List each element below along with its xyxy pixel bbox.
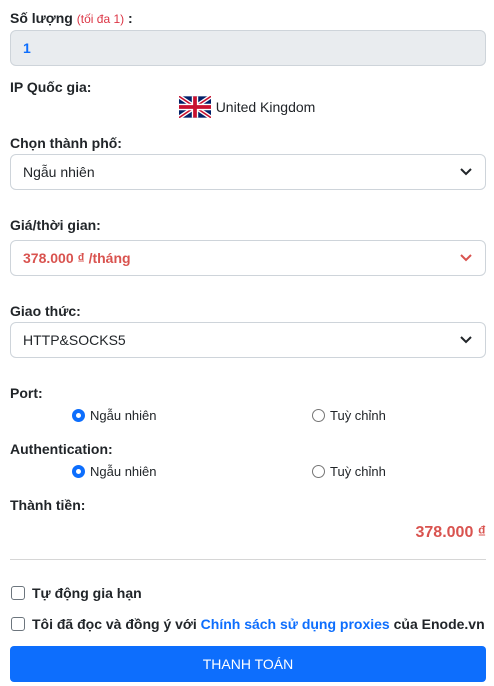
- auto-renew-checkbox-row[interactable]: Tự động gia hạn: [11, 585, 142, 601]
- auth-option-label: Ngẫu nhiên: [90, 464, 157, 479]
- country-label: IP Quốc gia:: [10, 79, 92, 95]
- protocol-select[interactable]: HTTP&SOCKS5: [10, 322, 486, 358]
- price-label: Giá/thời gian:: [10, 217, 101, 233]
- agree-suffix: của Enode.vn: [389, 616, 485, 632]
- port-option-label: Tuỳ chỉnh: [330, 408, 386, 423]
- port-label: Port:: [10, 385, 43, 401]
- chevron-down-icon: [459, 333, 473, 347]
- divider: [10, 559, 486, 560]
- quantity-value: 1: [23, 40, 31, 56]
- port-option-label: Ngẫu nhiên: [90, 408, 157, 423]
- radio-checked-icon[interactable]: [72, 409, 85, 422]
- quantity-colon: :: [128, 10, 133, 26]
- agree-prefix: Tôi đã đọc và đồng ý với: [32, 616, 201, 632]
- auth-label: Authentication:: [10, 441, 113, 457]
- city-select[interactable]: Ngẫu nhiên: [10, 154, 486, 190]
- chevron-down-icon: [459, 251, 473, 265]
- quantity-input[interactable]: 1: [10, 30, 486, 66]
- protocol-label: Giao thức:: [10, 303, 81, 319]
- city-selected: Ngẫu nhiên: [23, 164, 95, 180]
- checkbox-icon[interactable]: [11, 617, 25, 631]
- port-option-custom[interactable]: Tuỳ chỉnh: [312, 408, 386, 423]
- port-option-random[interactable]: Ngẫu nhiên: [72, 408, 157, 423]
- radio-checked-icon[interactable]: [72, 465, 85, 478]
- auto-renew-label: Tự động gia hạn: [32, 585, 142, 601]
- country-display: United Kingdom: [0, 96, 494, 118]
- radio-unchecked-icon[interactable]: [312, 409, 325, 422]
- proxy-policy-link[interactable]: Chính sách sử dụng proxies: [201, 616, 390, 632]
- chevron-down-icon: [459, 165, 473, 179]
- auth-option-custom[interactable]: Tuỳ chỉnh: [312, 464, 386, 479]
- pay-button[interactable]: THANH TOÁN: [10, 646, 486, 682]
- price-select[interactable]: 378.000 ₫ /tháng: [10, 240, 486, 276]
- total-value: 378.000 ₫: [415, 524, 487, 541]
- quantity-hint: (tối đa 1): [76, 12, 125, 26]
- protocol-selected: HTTP&SOCKS5: [23, 332, 126, 348]
- agree-terms-checkbox-row[interactable]: Tôi đã đọc và đồng ý với Chính sách sử d…: [11, 616, 485, 632]
- auth-option-label: Tuỳ chỉnh: [330, 464, 386, 479]
- city-label: Chọn thành phố:: [10, 135, 122, 151]
- quantity-label: Số lượng (tối đa 1) :: [10, 10, 133, 26]
- checkbox-icon[interactable]: [11, 586, 25, 600]
- agree-terms-text: Tôi đã đọc và đồng ý với Chính sách sử d…: [32, 616, 485, 632]
- total-label: Thành tiền:: [10, 497, 86, 513]
- auth-option-random[interactable]: Ngẫu nhiên: [72, 464, 157, 479]
- price-selected: 378.000 ₫ /tháng: [23, 250, 131, 266]
- quantity-label-text: Số lượng: [10, 10, 73, 26]
- uk-flag-icon: [178, 96, 211, 118]
- country-name: United Kingdom: [215, 99, 316, 115]
- radio-unchecked-icon[interactable]: [312, 465, 325, 478]
